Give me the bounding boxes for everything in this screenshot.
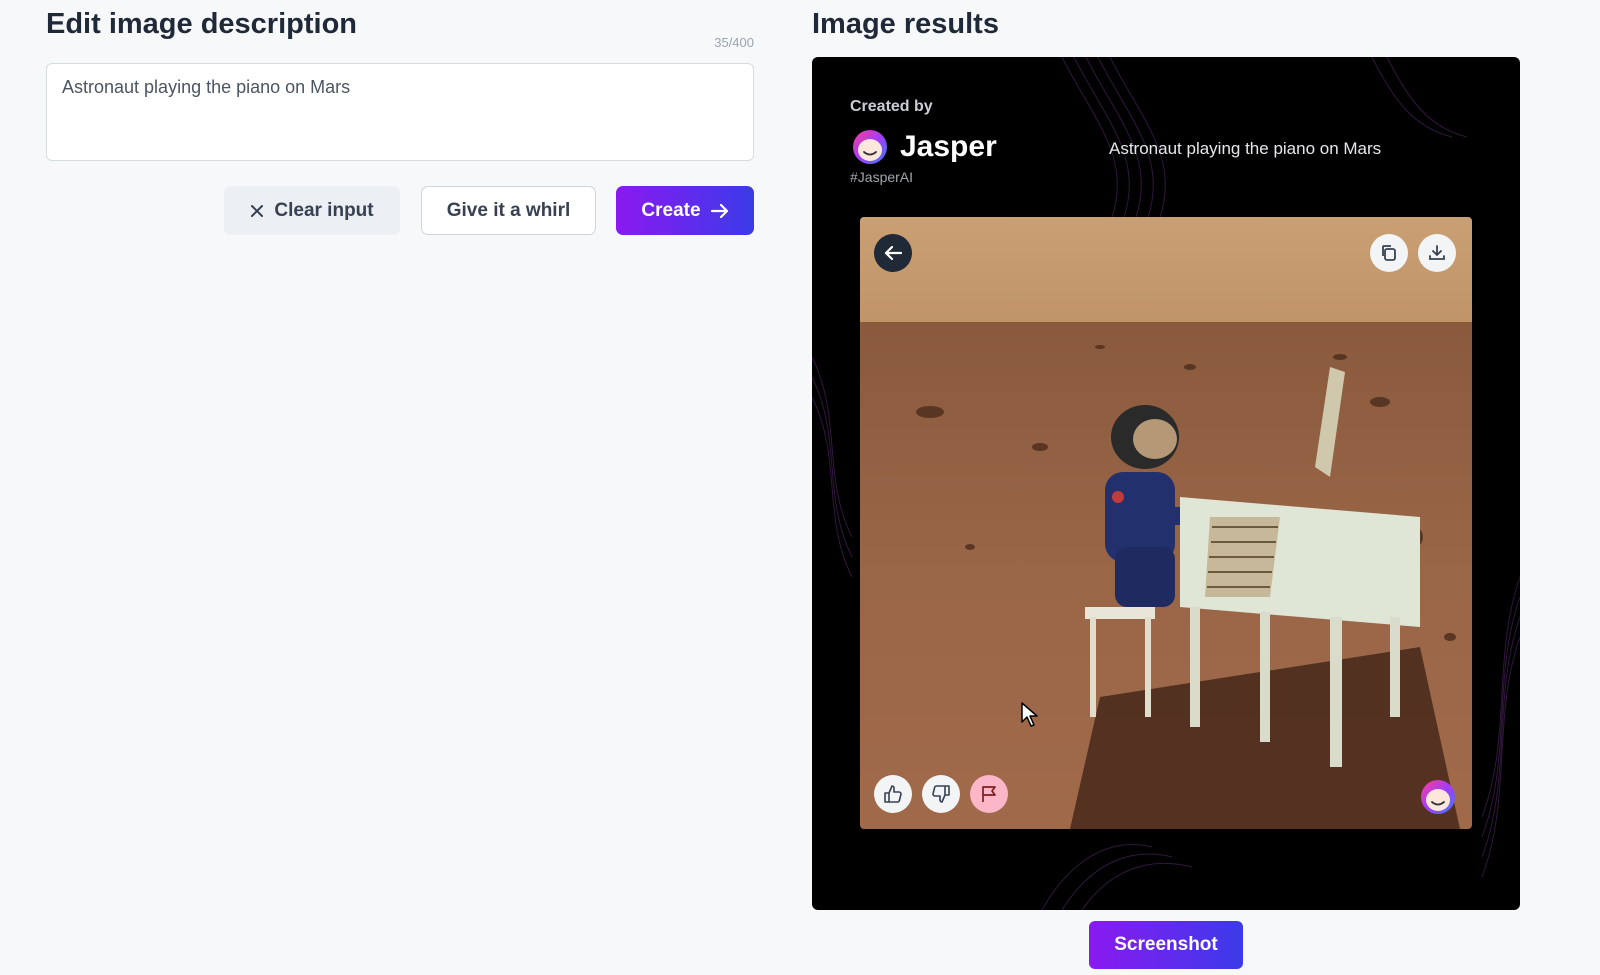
create-label: Create — [641, 199, 701, 221]
brand: Jasper — [850, 129, 997, 165]
hashtag: #JasperAI — [850, 169, 914, 185]
clear-input-label: Clear input — [274, 199, 374, 221]
clear-input-button[interactable]: Clear input — [224, 186, 400, 235]
arrow-right-icon — [710, 203, 728, 218]
cursor-icon — [1021, 702, 1038, 727]
mars-scene — [860, 217, 1472, 829]
character-counter: 35/400 — [714, 35, 754, 50]
thumbs-down-icon — [932, 785, 950, 803]
download-button[interactable] — [1418, 234, 1456, 272]
flag-button[interactable] — [970, 775, 1008, 813]
generated-image — [860, 217, 1472, 829]
description-input[interactable] — [46, 63, 754, 161]
created-by-label: Created by — [850, 98, 933, 115]
copy-button[interactable] — [1370, 234, 1408, 272]
editor-title: Edit image description — [46, 8, 357, 40]
close-icon — [251, 204, 264, 217]
results-title: Image results — [812, 8, 999, 40]
create-button[interactable]: Create — [616, 186, 754, 235]
arrow-left-icon — [884, 245, 902, 261]
jasper-logo-icon — [853, 130, 887, 164]
give-it-a-whirl-label: Give it a whirl — [446, 199, 571, 221]
flag-icon — [982, 786, 996, 802]
result-card: Created by Jasper #JasperAI Astronaut pl… — [812, 57, 1520, 910]
screenshot-button[interactable]: Screenshot — [1089, 921, 1243, 969]
give-it-a-whirl-button[interactable]: Give it a whirl — [421, 186, 596, 235]
brand-name: Jasper — [900, 130, 997, 163]
thumbs-down-button[interactable] — [922, 775, 960, 813]
jasper-watermark-icon — [1421, 780, 1455, 814]
copy-icon — [1382, 245, 1396, 261]
thumbs-up-icon — [884, 785, 902, 803]
image-caption: Astronaut playing the piano on Mars — [1109, 139, 1382, 158]
back-button[interactable] — [874, 234, 912, 272]
download-icon — [1429, 245, 1445, 260]
thumbs-up-button[interactable] — [874, 775, 912, 813]
